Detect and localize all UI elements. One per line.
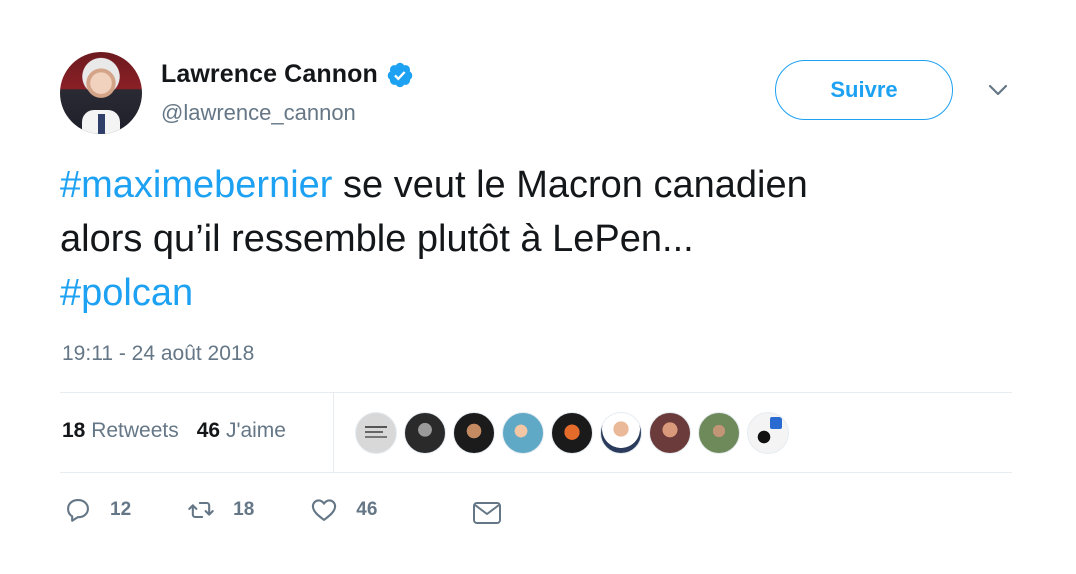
tweet-text: #maximebernier se veut le Macron canadie… — [60, 158, 1020, 320]
tweet-stats: 18 Retweets 46 J'aime — [62, 419, 304, 443]
liker-avatar[interactable] — [355, 412, 397, 454]
likes-label: J'aime — [225, 419, 286, 442]
heart-icon — [312, 499, 337, 521]
liker-avatar[interactable] — [453, 412, 495, 454]
stats-separator — [333, 392, 334, 472]
divider — [60, 392, 1012, 393]
divider — [60, 472, 1012, 473]
like-count: 46 — [356, 499, 378, 520]
likes-count: 46 — [196, 419, 221, 442]
reply-count: 12 — [110, 499, 132, 520]
likes-stat[interactable]: 46 J'aime — [197, 419, 286, 443]
tweet-timestamp[interactable]: 19:11 - 24 août 2018 — [62, 342, 254, 366]
tweet-header: Lawrence Cannon @lawrence_cannon Suivre — [60, 52, 1020, 136]
mail-icon[interactable] — [472, 500, 502, 526]
liker-avatar[interactable] — [404, 412, 446, 454]
liker-avatar[interactable] — [502, 412, 544, 454]
retweet-icon — [188, 501, 214, 519]
hashtag-link[interactable]: #polcan — [60, 266, 1020, 320]
author-name[interactable]: Lawrence Cannon — [161, 60, 378, 89]
liker-avatar[interactable] — [551, 412, 593, 454]
liker-avatar[interactable] — [698, 412, 740, 454]
author-handle[interactable]: @lawrence_cannon — [161, 100, 356, 126]
follow-button[interactable]: Suivre — [775, 60, 953, 120]
reply-icon — [67, 499, 89, 522]
tweet-line-1: #maximebernier se veut le Macron canadie… — [60, 158, 1020, 212]
liker-avatar[interactable] — [649, 412, 691, 454]
tweet-line-2: alors qu’il ressemble plutôt à LePen... — [60, 218, 694, 260]
retweet-action[interactable]: 18 — [187, 496, 254, 524]
hashtag-link[interactable]: #maximebernier — [60, 164, 332, 206]
verified-badge-icon — [387, 62, 413, 87]
author-name-row: Lawrence Cannon — [161, 60, 414, 89]
retweets-stat[interactable]: 18 Retweets — [62, 419, 179, 443]
reply-action[interactable]: 12 — [64, 496, 131, 524]
avatar[interactable] — [60, 52, 142, 134]
avatar-tie — [98, 114, 105, 134]
liker-avatar[interactable] — [600, 412, 642, 454]
tweet-actions: 12 18 46 — [64, 496, 433, 524]
tweet-text-segment: se veut le Macron canadien — [332, 164, 808, 206]
liker-avatar[interactable] — [747, 412, 789, 454]
retweet-count: 18 — [233, 499, 255, 520]
retweets-label: Retweets — [91, 419, 179, 442]
retweets-count: 18 — [62, 419, 86, 442]
chevron-down-icon[interactable] — [985, 80, 1011, 100]
like-action[interactable]: 46 — [310, 496, 377, 524]
likers-avatars — [355, 412, 796, 454]
